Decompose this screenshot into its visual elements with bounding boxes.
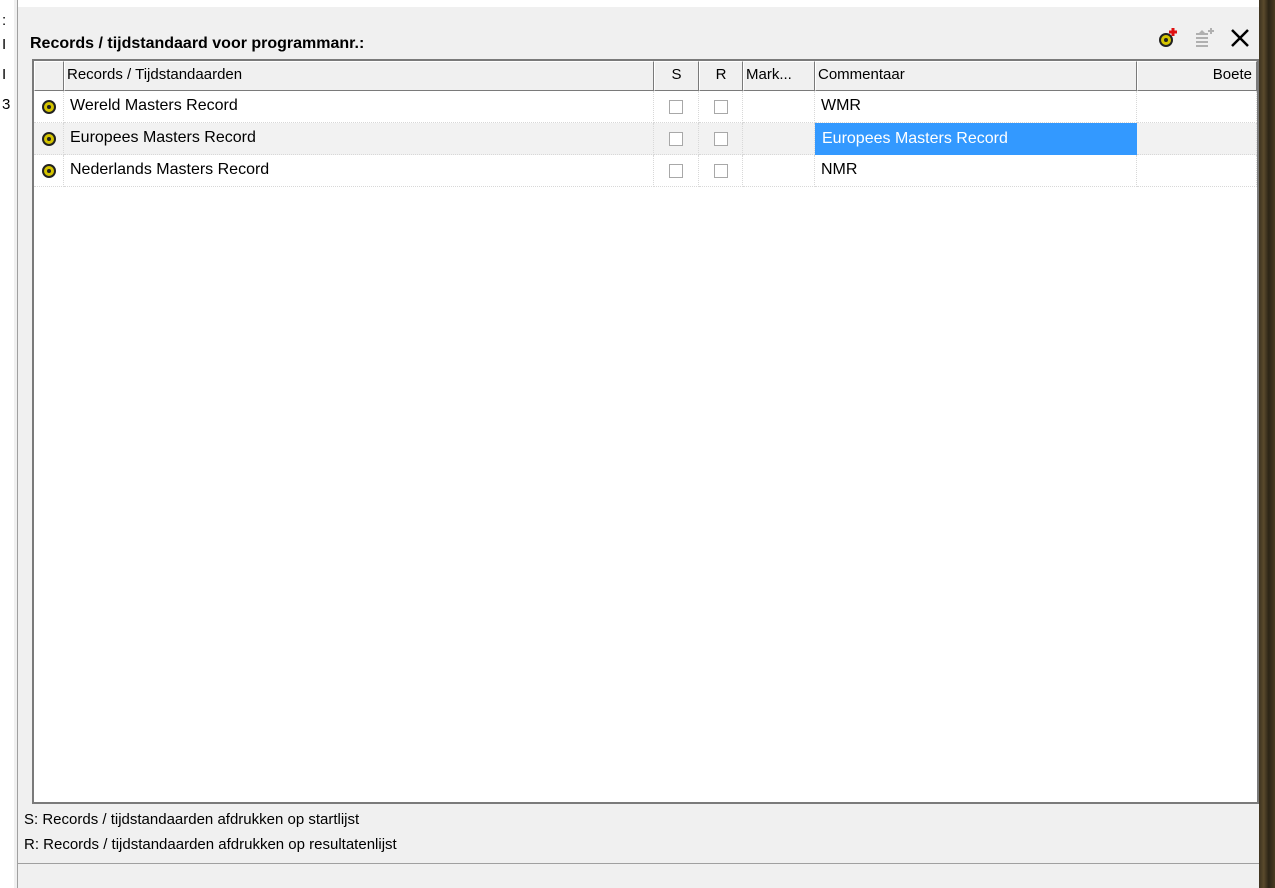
close-icon (1231, 29, 1249, 47)
table-row[interactable]: Wereld Masters Record WMR (34, 91, 1257, 123)
panel-title: Records / tijdstandaard voor programmanr… (30, 35, 365, 52)
left-fragment: I (2, 66, 7, 83)
records-grid[interactable]: Records / Tijdstandaarden S R Mark... Co… (32, 59, 1259, 804)
record-icon (34, 123, 64, 155)
record-icon (34, 155, 64, 187)
comment-cell[interactable]: WMR (815, 91, 1137, 123)
table-row[interactable]: Nederlands Masters Record NMR (34, 155, 1257, 187)
left-fragment: : (2, 12, 7, 29)
column-header-mark[interactable]: Mark... (743, 61, 815, 91)
add-time-standard-icon (1196, 28, 1214, 47)
grid-header: Records / Tijdstandaarden S R Mark... Co… (34, 61, 1257, 91)
left-fragment: I (2, 36, 7, 53)
record-icon (34, 91, 64, 123)
add-record-icon (1159, 28, 1177, 47)
close-button[interactable] (1227, 25, 1253, 51)
left-window-strip: : I I 3 (0, 0, 14, 888)
column-header-penalty[interactable]: Boete (1137, 61, 1257, 91)
record-name-cell[interactable]: Europees Masters Record (64, 123, 654, 155)
comment-cell[interactable]: NMR (815, 155, 1137, 187)
print-resultlist-checkbox[interactable] (699, 123, 743, 155)
table-row[interactable]: Europees Masters Record Europees Masters… (34, 123, 1257, 155)
print-resultlist-checkbox[interactable] (699, 155, 743, 187)
left-fragment: 3 (2, 96, 11, 113)
print-resultlist-checkbox[interactable] (699, 91, 743, 123)
print-startlist-checkbox[interactable] (654, 91, 699, 123)
record-name-cell[interactable]: Wereld Masters Record (64, 91, 654, 123)
column-header-comment[interactable]: Commentaar (815, 61, 1137, 91)
add-time-standard-button[interactable] (1191, 25, 1217, 51)
legend-r: R: Records / tijdstandaarden afdrukken o… (24, 836, 397, 853)
desktop-background-edge (1259, 0, 1275, 888)
top-edge (18, 0, 1259, 7)
mark-cell[interactable] (743, 91, 815, 123)
records-panel: Records / tijdstandaard voor programmanr… (18, 7, 1259, 864)
print-startlist-checkbox[interactable] (654, 155, 699, 187)
penalty-cell[interactable] (1137, 123, 1257, 155)
status-bar (18, 864, 1259, 888)
column-header-name[interactable]: Records / Tijdstandaarden (64, 61, 654, 91)
panel-toolbar (1155, 25, 1253, 51)
column-header-s[interactable]: S (654, 61, 699, 91)
column-header-indicator[interactable] (34, 61, 64, 91)
legend-s: S: Records / tijdstandaarden afdrukken o… (24, 811, 360, 828)
print-startlist-checkbox[interactable] (654, 123, 699, 155)
comment-cell-selected[interactable]: Europees Masters Record (815, 123, 1137, 155)
mark-cell[interactable] (743, 123, 815, 155)
penalty-cell[interactable] (1137, 91, 1257, 123)
penalty-cell[interactable] (1137, 155, 1257, 187)
record-name-cell[interactable]: Nederlands Masters Record (64, 155, 654, 187)
add-record-button[interactable] (1155, 25, 1181, 51)
column-header-r[interactable]: R (699, 61, 743, 91)
mark-cell[interactable] (743, 155, 815, 187)
